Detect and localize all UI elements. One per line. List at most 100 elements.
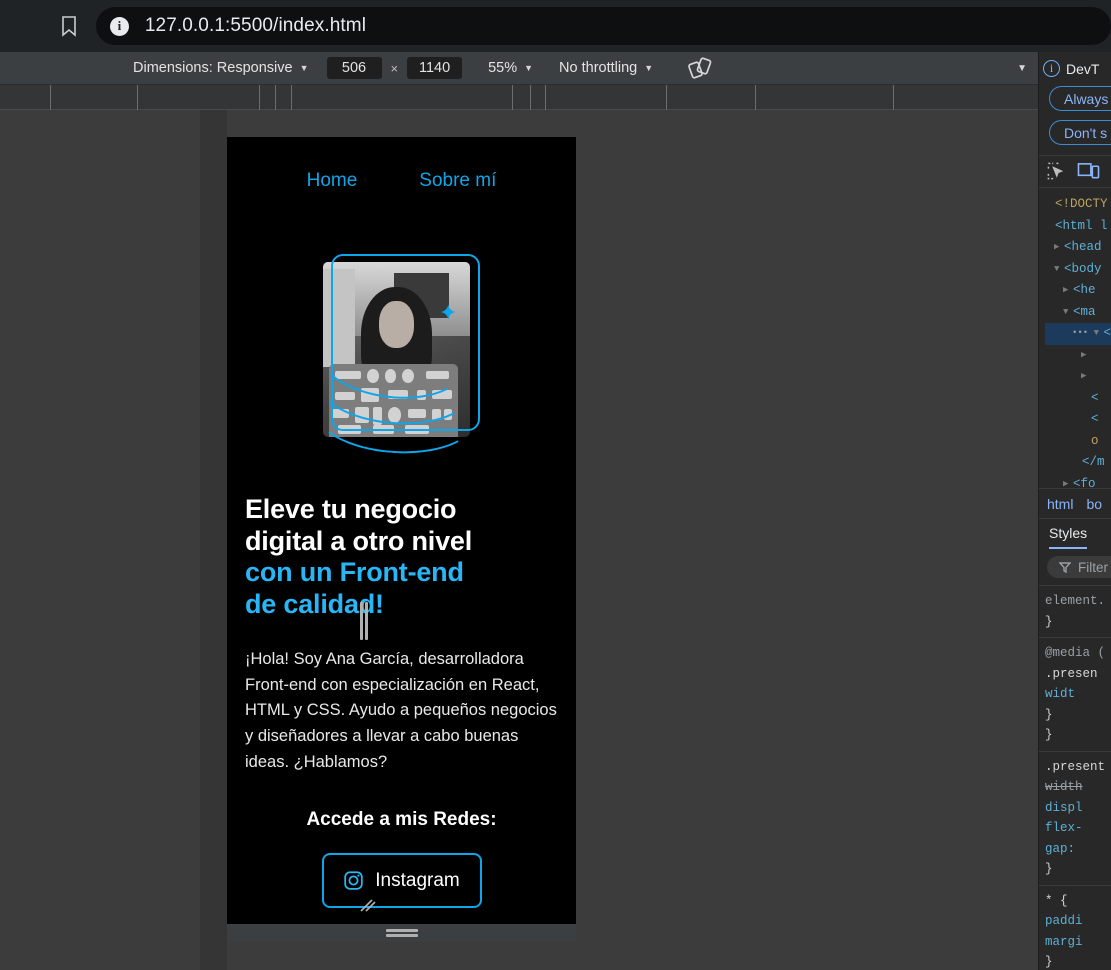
devtools-panel: i DevT Always Don't s <!DOCTY <html l ▶ <he… xyxy=(1038,52,1111,970)
breadcrumb-item-html[interactable]: html xyxy=(1047,496,1073,512)
rendered-page: Home Sobre mí ✦ Eleve tu negocio digital… xyxy=(227,137,576,924)
zoom-dropdown[interactable]: 55% ▼ xyxy=(488,60,533,76)
twisty-collapsed-icon[interactable]: ▶ xyxy=(1054,237,1064,259)
styles-filter-row: Filter xyxy=(1039,549,1111,586)
dom-node[interactable]: o xyxy=(1045,431,1111,453)
css-line: * { xyxy=(1045,893,1068,908)
headline-accent-2: de calidad! xyxy=(245,588,384,619)
device-mode-toolbar: Dimensions: Responsive ▼ × 55% ▼ No thro… xyxy=(0,52,1038,85)
css-rule-block[interactable]: @media ( .presen widt }} xyxy=(1039,638,1111,752)
dom-node-text: < xyxy=(1103,326,1111,340)
dom-node-text: <html l xyxy=(1055,218,1108,233)
dom-node[interactable]: ▶ xyxy=(1045,345,1111,367)
dom-node-text: <he xyxy=(1073,283,1096,297)
headline-line-1: Eleve tu negocio xyxy=(245,494,457,524)
filter-placeholder: Filter xyxy=(1078,559,1108,575)
dimensions-dropdown[interactable]: Dimensions: Responsive ▼ xyxy=(133,60,309,76)
twisty-collapsed-icon[interactable]: ▶ xyxy=(1081,345,1091,367)
css-line: } xyxy=(1045,707,1053,722)
twisty-expanded-icon[interactable]: ▼ xyxy=(1094,323,1104,345)
throttling-label: No throttling xyxy=(559,60,638,76)
dom-node-text: <ma xyxy=(1073,304,1096,319)
bookmark-icon[interactable] xyxy=(56,13,82,39)
page-headline: Eleve tu negocio digital a otro nivel co… xyxy=(245,494,558,620)
css-line: .presen xyxy=(1045,666,1098,681)
filter-icon xyxy=(1059,562,1071,573)
notice-dont-show-button[interactable]: Don't s xyxy=(1049,120,1111,145)
inspect-element-icon[interactable] xyxy=(1046,161,1067,182)
social-button-label: Instagram xyxy=(375,869,460,891)
css-rule-block[interactable]: element.} xyxy=(1039,586,1111,638)
devtools-notice: i DevT Always Don't s xyxy=(1039,52,1111,156)
breadcrumb-item-body[interactable]: bo xyxy=(1086,496,1102,512)
dom-node-text: </m xyxy=(1082,455,1105,469)
notice-always-button[interactable]: Always xyxy=(1049,86,1111,111)
dom-tree[interactable]: <!DOCTY <html l ▶ <head ▼ <body ▶ <he ▼ <ma ••• ▼ < ▶… xyxy=(1039,188,1111,488)
dom-breadcrumb: html bo xyxy=(1039,488,1111,518)
css-line: gap: xyxy=(1045,841,1076,856)
site-nav: Home Sobre mí xyxy=(227,137,576,192)
dom-node-text: <!DOCTY xyxy=(1055,197,1108,211)
info-circle-icon[interactable]: i xyxy=(109,16,129,36)
dom-node-text: o xyxy=(1091,433,1099,448)
viewport-height-input[interactable] xyxy=(407,57,463,79)
dom-node[interactable]: < xyxy=(1045,388,1111,410)
toolbar-overflow-caret[interactable]: ▼ xyxy=(1017,63,1027,74)
dom-node[interactable]: <!DOCTY xyxy=(1045,194,1111,216)
dom-node[interactable]: ••• ▼ < xyxy=(1045,323,1111,345)
twisty-collapsed-icon[interactable]: ▶ xyxy=(1081,366,1091,388)
styles-filter-input[interactable]: Filter xyxy=(1047,556,1111,578)
notice-title: DevT xyxy=(1066,60,1100,77)
profile-photo xyxy=(323,262,470,437)
socials-list: Instagram GitHub xyxy=(227,853,576,924)
viewport-resize-handle-right[interactable] xyxy=(355,600,373,642)
twisty-collapsed-icon[interactable]: ▶ xyxy=(1063,280,1073,302)
dom-node[interactable]: < xyxy=(1045,409,1111,431)
address-bar[interactable]: i 127.0.0.1:5500/index.html xyxy=(95,7,1111,45)
viewport-width-input[interactable] xyxy=(326,57,382,79)
dom-node[interactable]: ▼ <body xyxy=(1045,259,1111,281)
social-button-instagram[interactable]: Instagram xyxy=(321,853,482,909)
viewport-resize-handle-corner[interactable] xyxy=(355,897,379,915)
twisty-expanded-icon[interactable]: ▼ xyxy=(1054,259,1064,281)
chevron-down-icon: ▼ xyxy=(299,63,309,73)
dom-node[interactable]: ▶ <he xyxy=(1045,280,1111,302)
dom-node[interactable]: <html l xyxy=(1045,216,1111,238)
dom-node[interactable]: </m xyxy=(1045,452,1111,474)
dimension-separator: × xyxy=(390,60,399,76)
headline-line-2: digital a otro nivel xyxy=(245,525,473,556)
device-toolbar-icon[interactable] xyxy=(1077,161,1100,182)
dom-node-text: < xyxy=(1091,412,1099,426)
twisty-expanded-icon[interactable]: ▼ xyxy=(1063,302,1073,324)
css-line: } xyxy=(1045,955,1053,969)
css-line: paddi xyxy=(1045,914,1083,928)
css-rule-block[interactable]: * { paddi margi} xyxy=(1039,886,1111,970)
chevron-down-icon: ▼ xyxy=(644,63,654,73)
dom-node[interactable]: ▶ <fo xyxy=(1045,474,1111,489)
devtools-toolbar xyxy=(1039,156,1111,188)
dom-node[interactable]: ▶ xyxy=(1045,366,1111,388)
styles-tabbar: Styles xyxy=(1039,518,1111,549)
tab-styles[interactable]: Styles xyxy=(1049,525,1088,549)
nav-link-sobre-mi[interactable]: Sobre mí xyxy=(419,170,496,192)
throttling-dropdown[interactable]: No throttling ▼ xyxy=(559,60,653,76)
css-line: .present xyxy=(1045,759,1106,774)
browser-toolbar: i 127.0.0.1:5500/index.html xyxy=(0,0,1111,52)
css-line: width xyxy=(1045,780,1083,794)
dom-node-text: <body xyxy=(1064,261,1102,276)
dom-ellipsis: ••• xyxy=(1072,328,1089,338)
bio-paragraph: ¡Hola! Soy Ana García, desarrolladora Fr… xyxy=(245,650,557,771)
css-rule-block[interactable]: .present width displ flex- gap: } xyxy=(1039,752,1111,886)
css-line: flex- xyxy=(1045,821,1083,835)
css-line: } xyxy=(1045,862,1053,876)
nav-link-home[interactable]: Home xyxy=(307,170,358,192)
twisty-collapsed-icon[interactable]: ▶ xyxy=(1063,474,1073,489)
dom-node[interactable]: ▼ <ma xyxy=(1045,302,1111,324)
css-line: margi xyxy=(1045,934,1083,949)
css-line: } xyxy=(1045,728,1053,742)
css-line: widt xyxy=(1045,687,1076,701)
rotate-device-icon[interactable] xyxy=(687,55,713,81)
hero-image-wrapper: ✦ xyxy=(311,254,480,459)
dom-node[interactable]: ▶ <head xyxy=(1045,237,1111,259)
viewport-resize-handle-bottom[interactable] xyxy=(227,924,576,942)
